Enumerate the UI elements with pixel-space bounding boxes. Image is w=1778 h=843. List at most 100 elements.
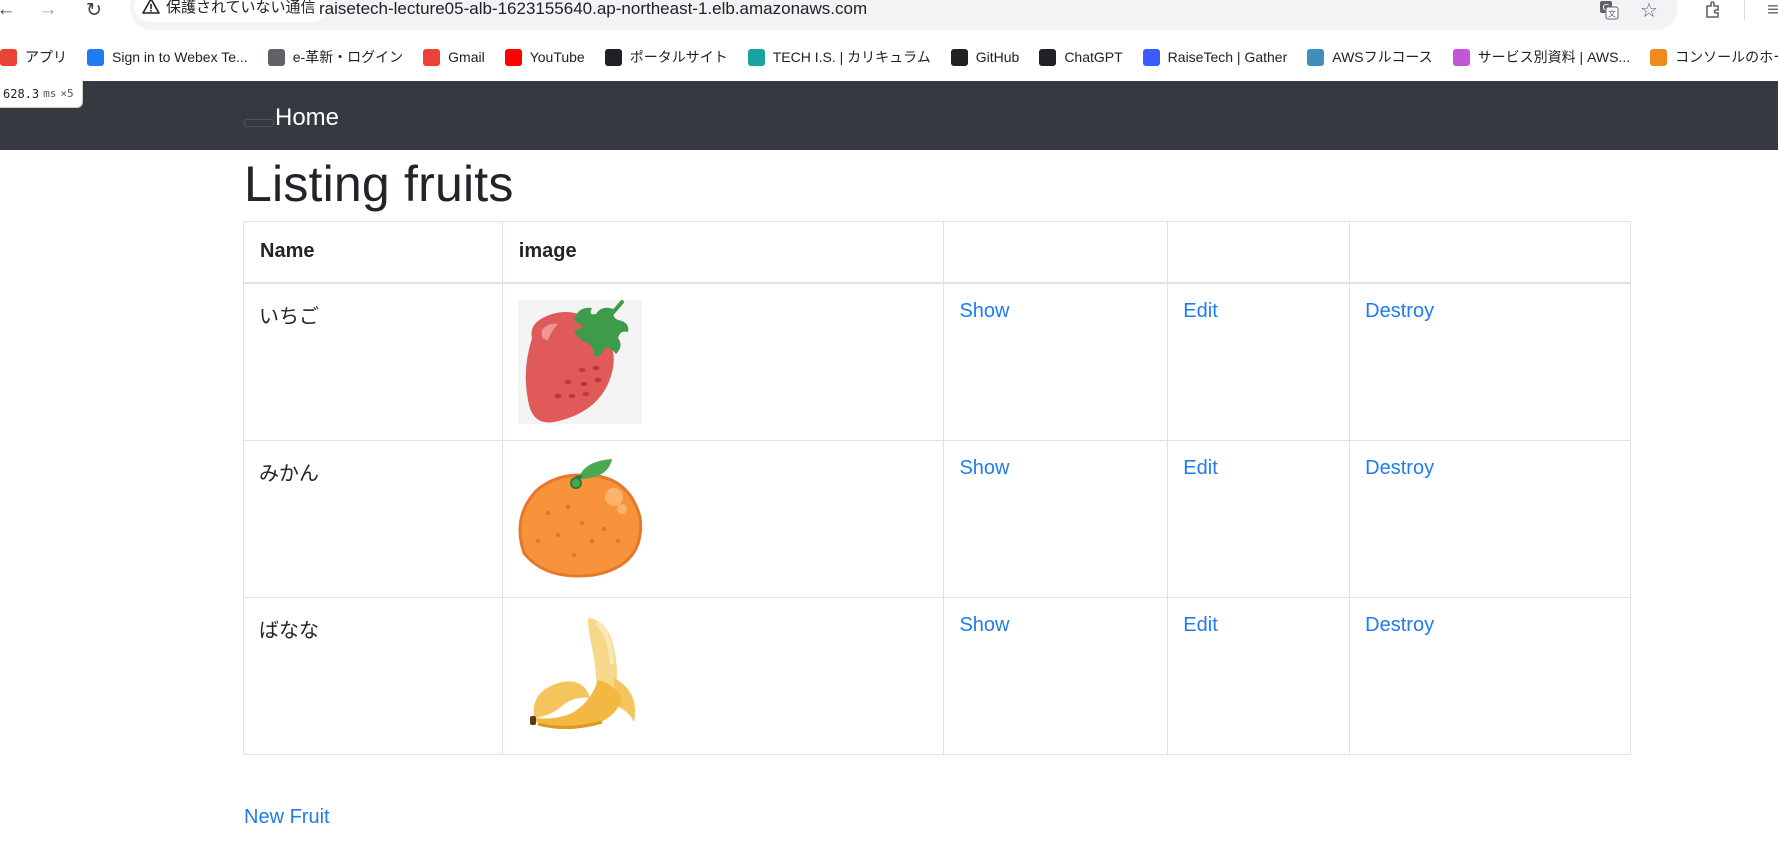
bookmark-label: YouTube: [529, 49, 585, 65]
edit-link[interactable]: Edit: [1183, 457, 1217, 479]
warning-icon: [142, 0, 160, 14]
fruit-name: いちご: [259, 305, 319, 328]
show-cell: Show: [943, 596, 1169, 755]
strawberry-image: [517, 299, 642, 424]
bookmark-item[interactable]: e-革新・ログイン: [258, 41, 413, 73]
fruits-table: Name image いちご Show Edit Destroy みかん Sho…: [243, 221, 1631, 755]
home-link[interactable]: Home: [275, 104, 339, 132]
bookmark-label: AWSフルコース: [1332, 49, 1433, 65]
edit-cell: Edit: [1167, 439, 1351, 598]
show-link[interactable]: Show: [959, 614, 1009, 636]
bookmark-label: Gmail: [448, 49, 485, 65]
github-icon: [950, 48, 968, 66]
bookmark-item[interactable]: Sign in to Webex Te...: [77, 41, 258, 73]
bookmark-label: RaiseTech | Gather: [1167, 49, 1288, 65]
fruit-name: ばなな: [259, 619, 319, 642]
bookmark-label: アプリ: [25, 49, 67, 65]
show-link[interactable]: Show: [959, 457, 1009, 479]
globe-icon: [267, 48, 285, 66]
fruit-name-cell: ばなな: [243, 596, 503, 755]
header-show: [943, 221, 1169, 284]
bookmark-label: ChatGPT: [1064, 49, 1123, 65]
perf-value: 628.3: [3, 86, 40, 101]
destroy-link[interactable]: Destroy: [1365, 614, 1434, 636]
destroy-link[interactable]: Destroy: [1365, 457, 1434, 479]
destroy-cell: Destroy: [1349, 282, 1631, 441]
bookmark-label: コンソールのホーム | コン...: [1675, 49, 1778, 65]
bookmark-label: Sign in to Webex Te...: [112, 49, 248, 65]
perf-unit: ms: [43, 87, 57, 100]
header-edit: [1167, 221, 1351, 284]
navbar-brand-box[interactable]: [244, 119, 274, 127]
destroy-cell: Destroy: [1349, 439, 1631, 598]
show-link[interactable]: Show: [959, 300, 1009, 322]
bookmark-item[interactable]: ポータルサイト: [595, 41, 738, 73]
perf-multiplier: ×5: [60, 87, 74, 100]
notion-icon: [604, 48, 622, 66]
show-cell: Show: [943, 282, 1169, 441]
edit-link[interactable]: Edit: [1183, 614, 1217, 636]
edit-cell: Edit: [1167, 282, 1351, 441]
svg-text:文: 文: [1608, 9, 1616, 19]
bookmark-label: サービス別資料 | AWS...: [1477, 49, 1631, 65]
fruit-image-cell: [501, 596, 945, 755]
aws-console-icon: [1650, 48, 1668, 66]
destroy-cell: Destroy: [1349, 596, 1631, 755]
aws-course-icon: [1307, 48, 1325, 66]
header-destroy: [1349, 221, 1631, 284]
table-header-row: Name image: [243, 221, 1631, 284]
table-row: ばなな Show Edit Destroy: [243, 596, 1631, 755]
fruit-name-cell: みかん: [243, 439, 503, 598]
chatgpt-icon: [1039, 48, 1057, 66]
youtube-icon: [504, 48, 522, 66]
url-text[interactable]: raisetech-lecture05-alb-1623155640.ap-no…: [319, 0, 867, 19]
fruit-image-cell: [501, 439, 945, 598]
bookmark-item[interactable]: ChatGPT: [1029, 41, 1132, 73]
edit-link[interactable]: Edit: [1183, 300, 1217, 322]
bookmark-item[interactable]: サービス別資料 | AWS...: [1443, 41, 1640, 73]
bookmark-item[interactable]: Gmail: [413, 41, 495, 73]
bookmarks-bar: アプリ Sign in to Webex Te... e-革新・ログイン Gmail Y…: [0, 40, 1778, 74]
forward-icon[interactable]: →: [36, 0, 60, 22]
bookmark-item[interactable]: YouTube: [495, 41, 595, 73]
app-navbar: Home: [0, 81, 1778, 150]
fruit-image-cell: [501, 282, 945, 441]
bookmark-item[interactable]: コンソールのホーム | コン...: [1640, 41, 1778, 73]
orange-image: [518, 458, 642, 577]
bookmark-item[interactable]: アプリ: [0, 41, 77, 73]
table-row: いちご Show Edit Destroy: [243, 282, 1631, 441]
table-row: みかん Show Edit Destroy: [243, 439, 1631, 598]
fruit-name: みかん: [259, 462, 319, 485]
header-name: Name: [243, 221, 503, 284]
bookmark-item[interactable]: AWSフルコース: [1297, 41, 1442, 73]
bookmark-label: GitHub: [975, 49, 1020, 65]
security-chip[interactable]: 保護されていない通信: [134, 0, 328, 22]
edit-cell: Edit: [1167, 596, 1351, 755]
bookmark-item[interactable]: RaiseTech | Gather: [1133, 41, 1298, 73]
translate-icon[interactable]: G文: [1596, 0, 1622, 23]
banana-image: [529, 617, 635, 729]
bookmark-item[interactable]: GitHub: [941, 41, 1030, 73]
browser-toolbar: ← → ↻ 保護されていない通信 raisetech-lecture05-alb…: [0, 0, 1778, 36]
security-label: 保護されていない通信: [166, 0, 316, 16]
menu-icon[interactable]: ≡: [1760, 0, 1778, 23]
gmail-icon: [423, 48, 441, 66]
webex-icon: [87, 48, 104, 66]
bookmark-label: ポータルサイト: [629, 49, 728, 65]
bookmark-label: TECH I.S. | カリキュラム: [772, 49, 931, 65]
techis-icon: [747, 48, 765, 66]
bookmark-item[interactable]: TECH I.S. | カリキュラム: [738, 41, 941, 73]
new-fruit-link[interactable]: New Fruit: [244, 806, 330, 829]
destroy-link[interactable]: Destroy: [1365, 300, 1434, 322]
show-cell: Show: [943, 439, 1169, 598]
page-title: Listing fruits: [244, 156, 514, 212]
extensions-icon[interactable]: [1700, 0, 1726, 23]
reload-icon[interactable]: ↻: [82, 0, 106, 22]
toolbar-divider: [1744, 0, 1745, 20]
bookmark-label: e-革新・ログイン: [292, 49, 404, 65]
apps-grid-icon: [0, 48, 17, 66]
header-image: image: [501, 221, 945, 284]
back-icon[interactable]: ←: [0, 0, 18, 22]
star-icon[interactable]: ☆: [1636, 0, 1662, 23]
fruit-name-cell: いちご: [243, 282, 503, 441]
